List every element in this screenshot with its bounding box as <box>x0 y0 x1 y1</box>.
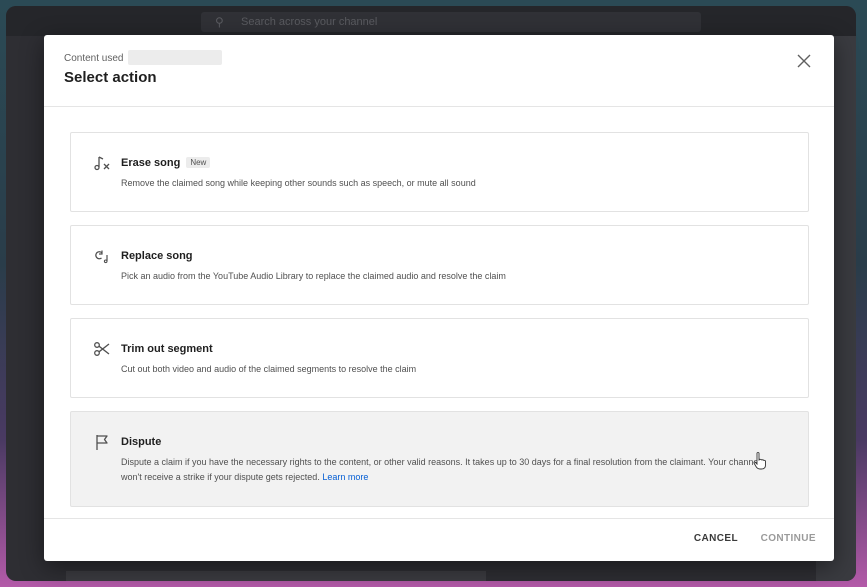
dialog-footer: CANCEL CONTINUE <box>44 518 834 561</box>
dialog-subtitle: Content used <box>64 53 124 64</box>
close-icon <box>797 54 811 68</box>
search-bar[interactable]: ⚲ Search across your channel <box>201 12 701 32</box>
option-name: Dispute <box>121 436 162 448</box>
new-badge: New <box>186 157 211 168</box>
close-button[interactable] <box>794 51 814 71</box>
option-description: Pick an audio from the YouTube Audio Lib… <box>121 271 506 281</box>
dialog-title: Select action <box>64 69 157 86</box>
option-erase-song[interactable]: Erase song New Remove the claimed song wh… <box>70 132 809 212</box>
option-name: Trim out segment <box>121 343 213 355</box>
music-note-erase-icon <box>93 154 111 172</box>
learn-more-link[interactable]: Learn more <box>322 472 368 482</box>
option-name: Erase song New <box>121 157 211 169</box>
option-name: Replace song <box>121 250 193 262</box>
option-description: Remove the claimed song while keeping ot… <box>121 178 476 188</box>
hand-cursor-icon <box>752 451 768 471</box>
option-description: Cut out both video and audio of the clai… <box>121 364 417 374</box>
search-icon: ⚲ <box>215 15 224 29</box>
option-trim-out-segment[interactable]: Trim out segment Cut out both video and … <box>70 318 809 398</box>
action-list: Erase song New Remove the claimed song wh… <box>44 107 834 517</box>
option-description: Dispute a claim if you have the necessar… <box>121 457 761 482</box>
dialog-header: Content used Select action <box>44 35 834 107</box>
option-dispute[interactable]: Dispute Dispute a claim if you have the … <box>70 411 809 507</box>
flag-icon <box>93 433 111 451</box>
top-bar: ⚲ Search across your channel <box>6 6 856 36</box>
option-replace-song[interactable]: Replace song Pick an audio from the YouT… <box>70 225 809 305</box>
cancel-button[interactable]: CANCEL <box>694 533 738 544</box>
redacted-content-name <box>128 50 222 65</box>
select-action-dialog: Content used Select action Erase song New… <box>44 35 834 561</box>
background-row <box>66 571 486 581</box>
search-placeholder: Search across your channel <box>241 16 378 28</box>
scissors-icon <box>93 340 111 358</box>
replace-audio-icon <box>93 247 111 265</box>
continue-button[interactable]: CONTINUE <box>761 533 816 544</box>
